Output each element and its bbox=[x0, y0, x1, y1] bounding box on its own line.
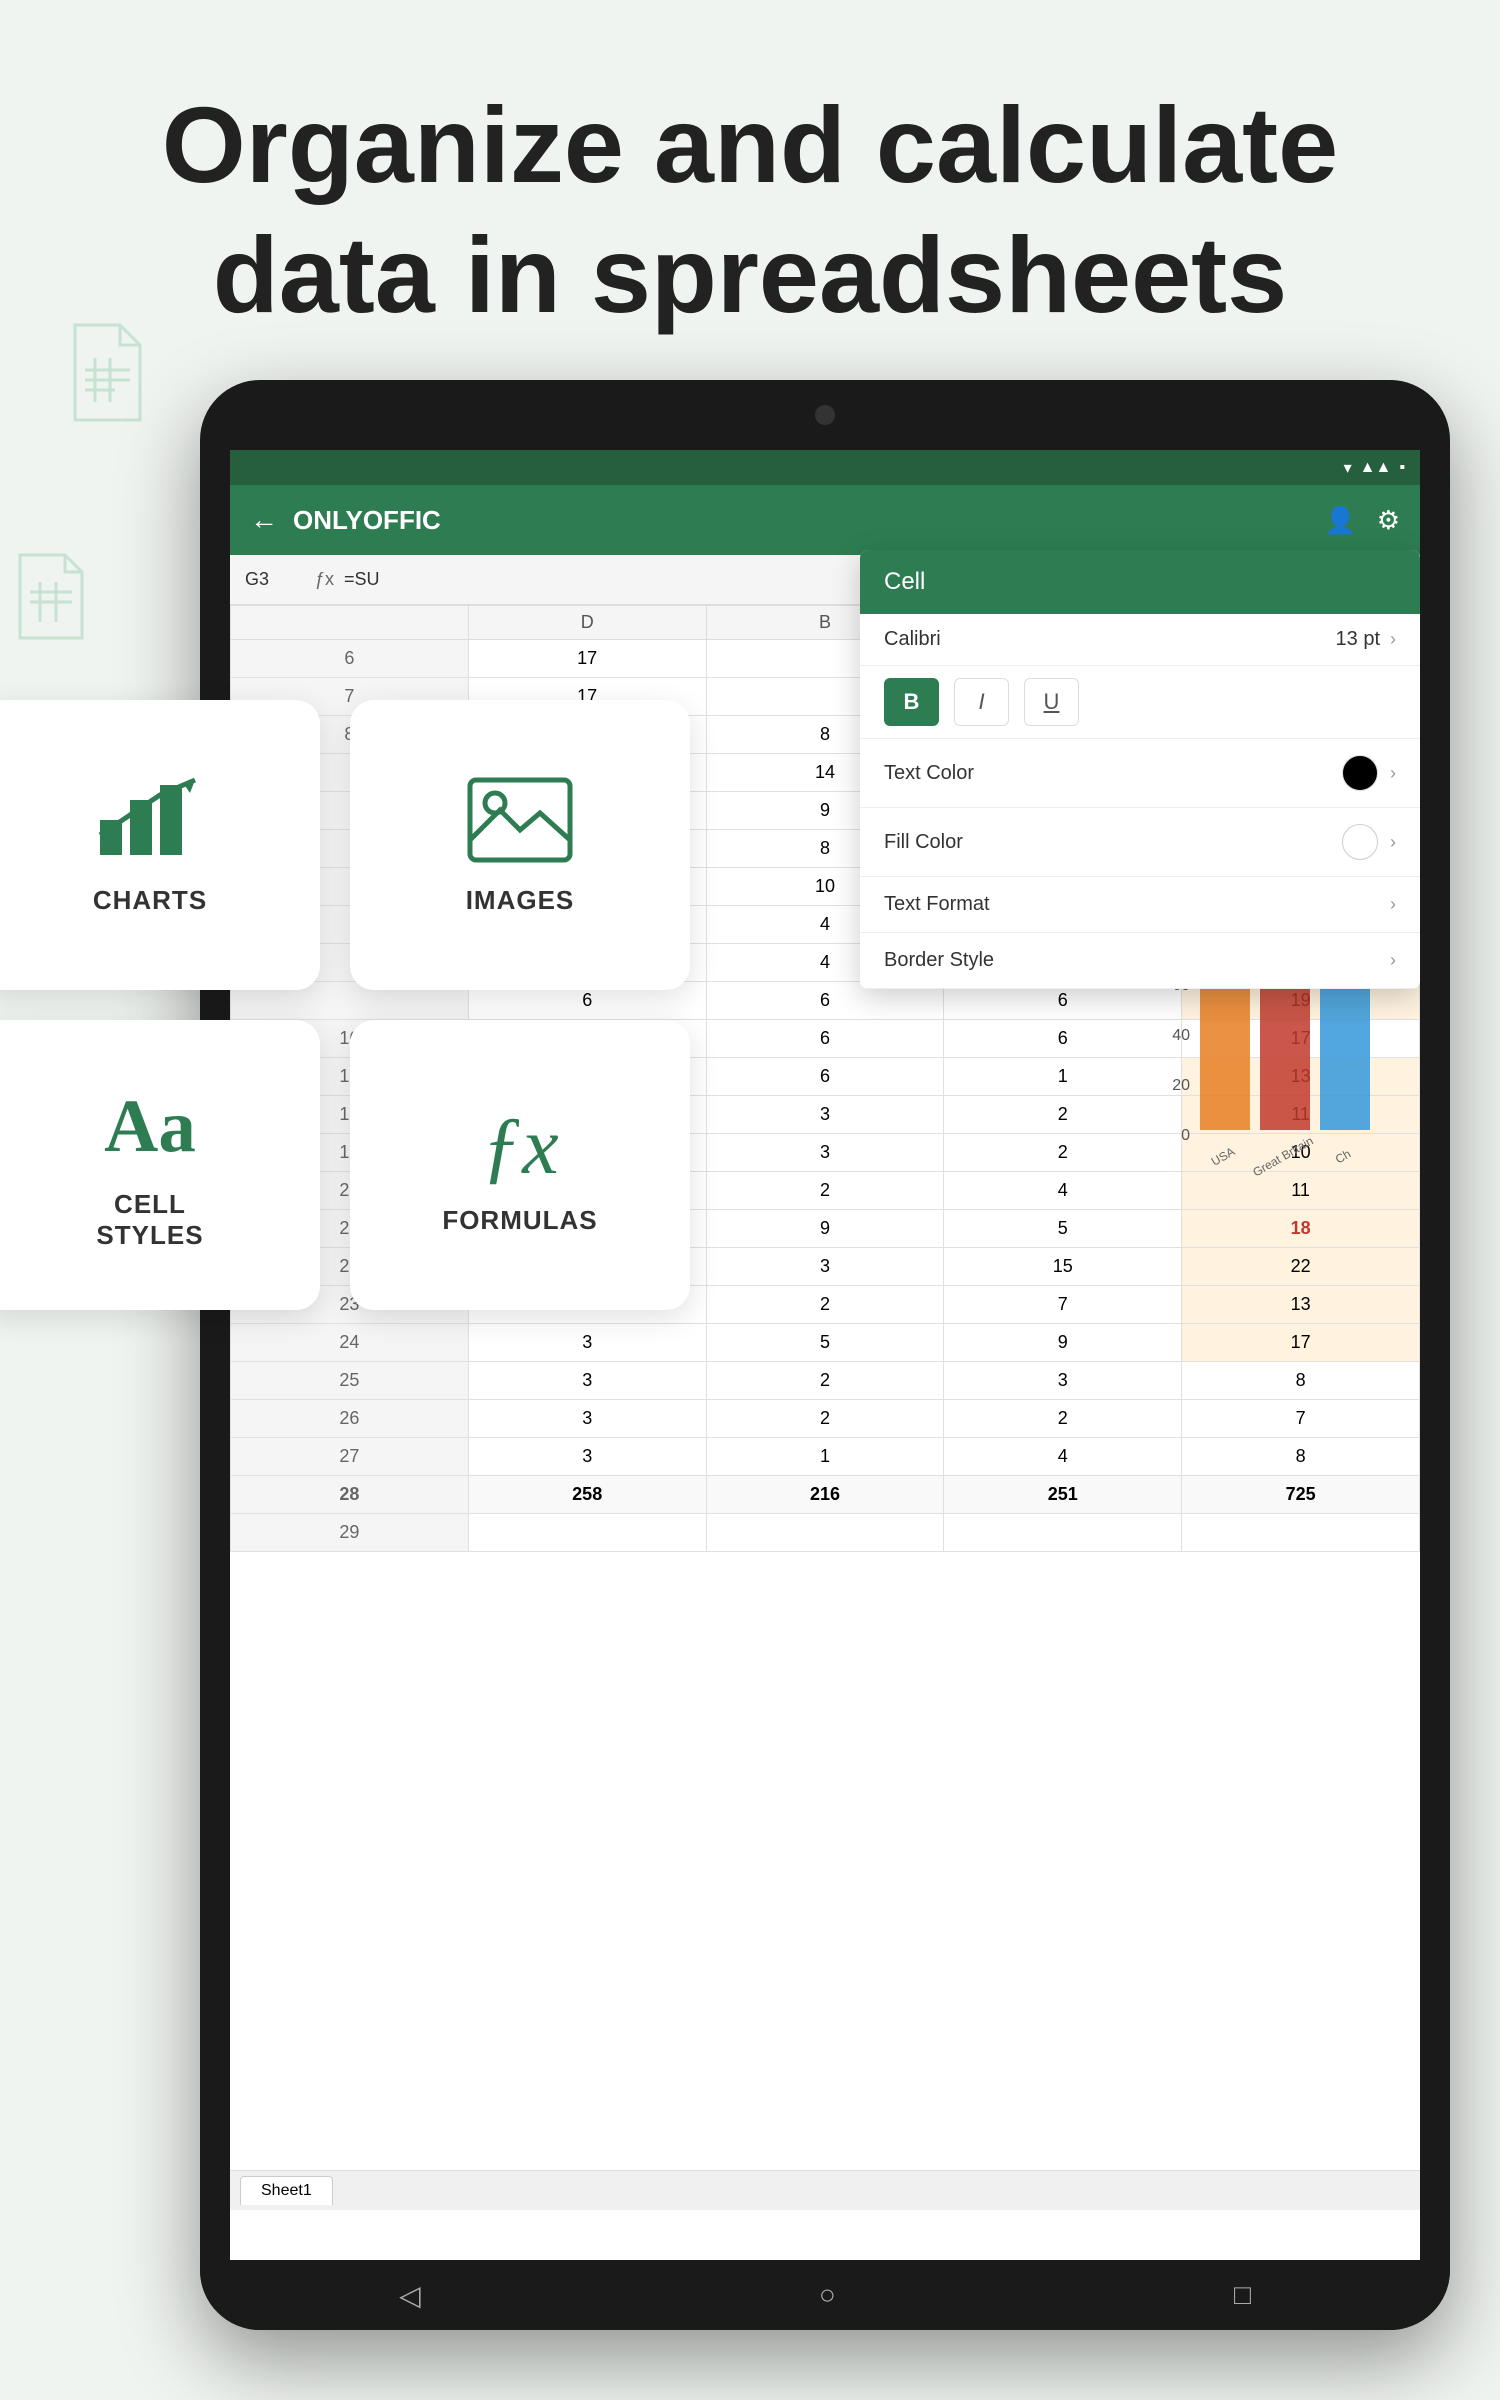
formulas-card[interactable]: ƒx FORMULAS bbox=[350, 1020, 690, 1310]
fill-color-swatch bbox=[1342, 824, 1378, 860]
underline-button[interactable]: U bbox=[1024, 678, 1079, 726]
formulas-icon: ƒx bbox=[465, 1095, 575, 1190]
text-format-chevron-icon: › bbox=[1390, 894, 1396, 915]
feature-cards-row-2: Aa CELL STYLES ƒx FORMULAS bbox=[0, 1020, 690, 1310]
text-color-swatch bbox=[1342, 755, 1378, 791]
font-name: Calibri bbox=[884, 628, 1336, 651]
svg-text:20: 20 bbox=[1172, 1077, 1190, 1094]
tablet-camera bbox=[815, 405, 835, 425]
hero-line1: Organize and calculate bbox=[162, 84, 1338, 205]
svg-text:ƒx: ƒx bbox=[481, 1100, 558, 1185]
images-label: IMAGES bbox=[466, 885, 575, 916]
cell-reference: G3 bbox=[245, 569, 305, 590]
chevron-right-icon: › bbox=[1390, 629, 1396, 650]
deco-file-icon-1 bbox=[60, 320, 150, 435]
charts-label: CHARTS bbox=[93, 885, 207, 916]
svg-text:Ch: Ch bbox=[1333, 1147, 1353, 1167]
table-row: 29 bbox=[231, 1514, 1420, 1552]
svg-text:Aa: Aa bbox=[104, 1085, 196, 1168]
fill-color-row[interactable]: Fill Color › bbox=[860, 808, 1420, 877]
fx-symbol: ƒx bbox=[315, 569, 334, 590]
images-card[interactable]: IMAGES bbox=[350, 700, 690, 990]
formula-content: =SU bbox=[344, 569, 380, 590]
back-nav-button[interactable]: ◁ bbox=[399, 2279, 421, 2312]
nav-bar: ← ONLYOFFIC 👤 ⚙ bbox=[230, 485, 1420, 555]
tablet-frame: ▾ ▲▲ ▪ ← ONLYOFFIC 👤 ⚙ G3 ƒx =SU bbox=[200, 380, 1450, 2330]
formulas-label: FORMULAS bbox=[442, 1205, 597, 1236]
table-row: 263227 bbox=[231, 1400, 1420, 1438]
font-selector-row[interactable]: Calibri 13 pt › bbox=[860, 614, 1420, 666]
svg-text:0: 0 bbox=[1181, 1127, 1190, 1144]
border-style-row[interactable]: Border Style › bbox=[860, 933, 1420, 989]
battery-icon: ▪ bbox=[1399, 459, 1405, 477]
home-nav-button[interactable]: ○ bbox=[819, 2279, 836, 2311]
text-color-row[interactable]: Text Color › bbox=[860, 739, 1420, 808]
bottom-nav-bar: ◁ ○ □ bbox=[200, 2260, 1450, 2330]
signal-icon: ▲▲ bbox=[1360, 459, 1392, 477]
user-icon[interactable]: 👤 bbox=[1324, 505, 1356, 536]
charts-card[interactable]: CHARTS bbox=[0, 700, 320, 990]
fill-color-chevron-icon: › bbox=[1390, 832, 1396, 853]
svg-text:Great Britain: Great Britain bbox=[1250, 1134, 1315, 1180]
border-style-label: Border Style bbox=[884, 949, 1390, 972]
italic-button[interactable]: I bbox=[954, 678, 1009, 726]
svg-text:40: 40 bbox=[1172, 1027, 1190, 1044]
table-row: 273148 bbox=[231, 1438, 1420, 1476]
text-color-label: Text Color bbox=[884, 762, 1342, 785]
hero-line2-normal: data in bbox=[213, 214, 591, 335]
sheet-tab-bar: Sheet1 bbox=[230, 2170, 1420, 2210]
table-row: 2435917 bbox=[231, 1324, 1420, 1362]
col-header-empty bbox=[231, 606, 469, 640]
table-row-total: 28258216251725 bbox=[231, 1476, 1420, 1514]
bold-button[interactable]: B bbox=[884, 678, 939, 726]
cell-styles-label: CELL STYLES bbox=[96, 1189, 203, 1251]
cell-styles-icon: Aa bbox=[95, 1079, 205, 1174]
app-name: ONLYOFFIC bbox=[293, 505, 1309, 536]
text-format-label: Text Format bbox=[884, 893, 1390, 916]
text-color-chevron-icon: › bbox=[1390, 763, 1396, 784]
cell-popup: Cell Calibri 13 pt › B I U Text Color › bbox=[860, 550, 1420, 989]
cell-styles-card[interactable]: Aa CELL STYLES bbox=[0, 1020, 320, 1310]
fill-color-label: Fill Color bbox=[884, 831, 1342, 854]
cell-popup-header: Cell bbox=[860, 550, 1420, 614]
font-size: 13 pt bbox=[1336, 628, 1380, 651]
status-bar: ▾ ▲▲ ▪ bbox=[230, 450, 1420, 485]
format-buttons-row: B I U bbox=[860, 666, 1420, 739]
hero-line2-bold: spreadsheets bbox=[591, 214, 1287, 335]
table-row: 253238 bbox=[231, 1362, 1420, 1400]
deco-file-icon-2 bbox=[10, 550, 90, 650]
feature-cards-section: CHARTS IMAGES Aa CELL STYLES bbox=[0, 700, 690, 1310]
wifi-icon: ▾ bbox=[1344, 458, 1352, 478]
back-arrow-icon[interactable]: ← bbox=[250, 504, 278, 536]
images-icon bbox=[465, 775, 575, 870]
charts-icon bbox=[95, 775, 205, 870]
border-style-chevron-icon: › bbox=[1390, 950, 1396, 971]
svg-text:USA: USA bbox=[1209, 1144, 1237, 1168]
recents-nav-button[interactable]: □ bbox=[1234, 2279, 1251, 2311]
sheet1-tab[interactable]: Sheet1 bbox=[240, 2176, 333, 2205]
feature-cards-row-1: CHARTS IMAGES bbox=[0, 700, 690, 990]
text-format-row[interactable]: Text Format › bbox=[860, 877, 1420, 933]
col-header-d: D bbox=[468, 606, 706, 640]
hero-section: Organize and calculate data in spreadshe… bbox=[0, 0, 1500, 379]
settings-icon[interactable]: ⚙ bbox=[1377, 505, 1400, 536]
